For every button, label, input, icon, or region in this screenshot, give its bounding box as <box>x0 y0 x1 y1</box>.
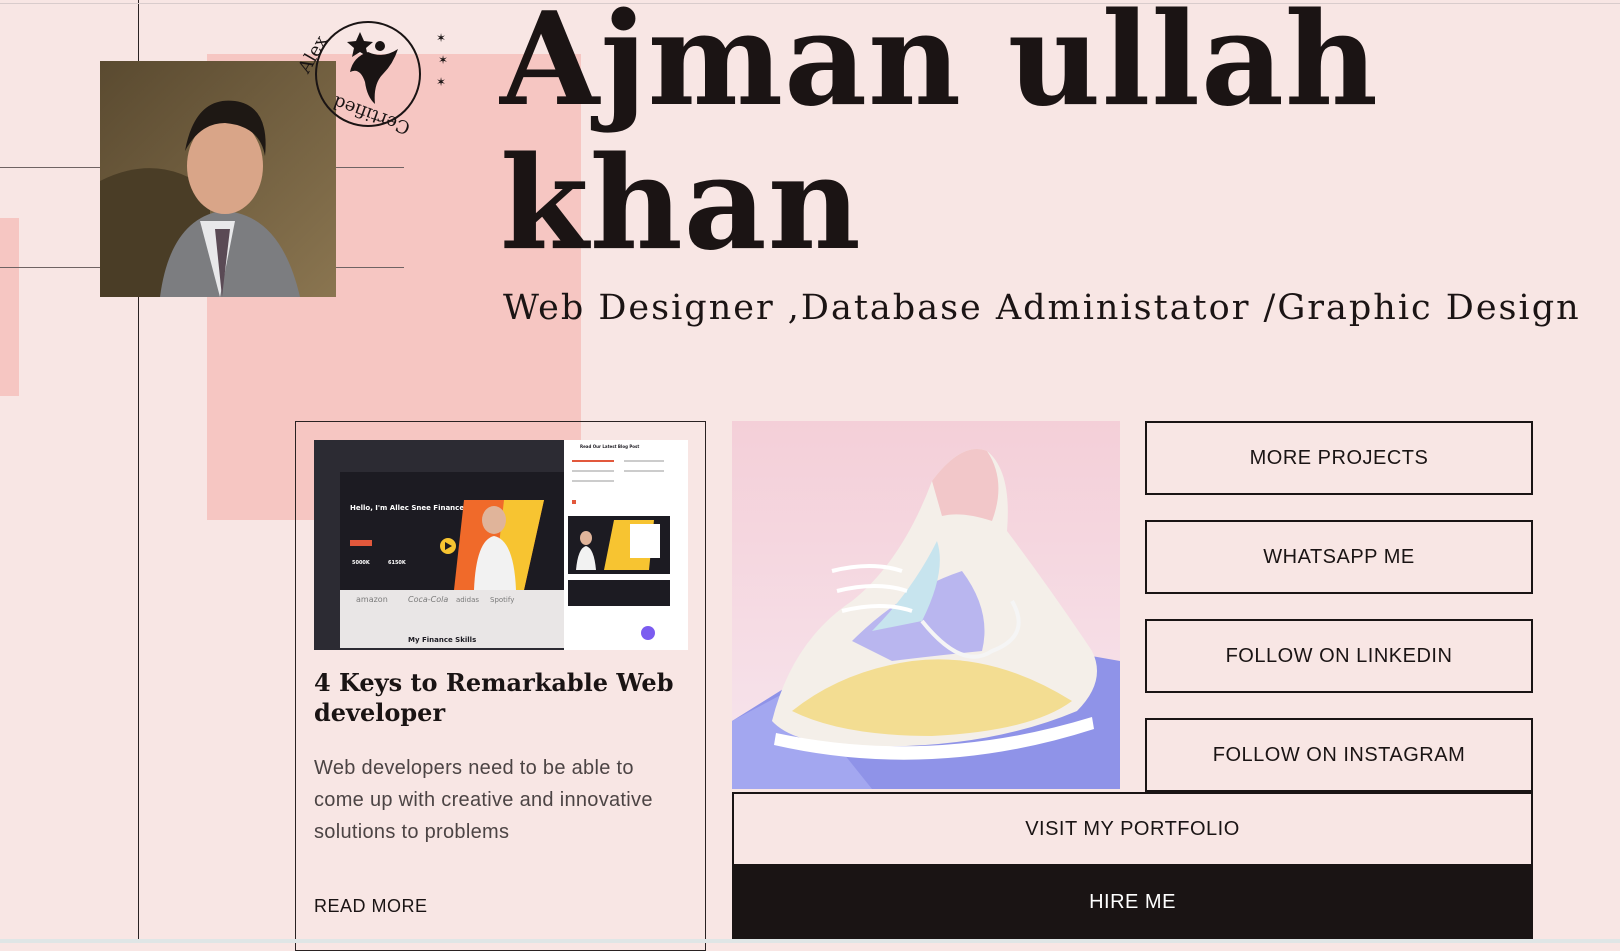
thumb-brand-adidas: adidas <box>456 596 479 604</box>
svg-text:✶: ✶ <box>436 75 446 89</box>
visit-portfolio-button[interactable]: VISIT MY PORTFOLIO <box>732 792 1533 866</box>
linkedin-button[interactable]: FOLLOW ON LINKEDIN <box>1145 619 1533 693</box>
thumb-brand-cocacola: Coca-Cola <box>408 595 448 604</box>
star-figure-icon <box>347 32 398 104</box>
hero-name-line1: Ajman ullah <box>500 0 1379 135</box>
svg-text:✶: ✶ <box>438 53 448 67</box>
svg-text:✶: ✶ <box>436 31 446 45</box>
sneaker-image <box>732 421 1120 789</box>
blog-card-thumbnail[interactable]: Hello, I'm Allec Snee Finance Specialist… <box>314 440 688 650</box>
thumb-side-heading: Read Our Latest Blog Post <box>580 444 639 449</box>
instagram-button[interactable]: FOLLOW ON INSTAGRAM <box>1145 718 1533 792</box>
bottom-scroll-strip <box>0 939 1620 943</box>
read-more-link[interactable]: READ MORE <box>314 896 428 917</box>
thumb-footer-label: My Finance Skills <box>408 636 476 644</box>
thumb-brand-spotify: Spotify <box>490 596 514 604</box>
whatsapp-button[interactable]: WHATSAPP ME <box>1145 520 1533 594</box>
more-projects-button[interactable]: MORE PROJECTS <box>1145 421 1533 495</box>
hero-subtitle: Web Designer ,Database Administator /Gra… <box>503 288 1581 328</box>
blog-card-title: 4 Keys to Remarkable Web developer <box>314 668 674 727</box>
hero-name-line2: khan <box>500 129 862 279</box>
thumb-stat-2: 6150K <box>388 560 407 566</box>
thumb-stat-1: 5000K <box>352 560 371 566</box>
certified-badge: Alex Certified ✶ ✶ ✶ <box>288 2 458 152</box>
svg-text:Alex: Alex <box>294 32 332 78</box>
blog-card: Hello, I'm Allec Snee Finance Specialist… <box>295 421 706 951</box>
thumb-brand-amazon: amazon <box>356 595 388 604</box>
pink-side-strip <box>0 218 19 396</box>
blog-card-excerpt: Web developers need to be able to come u… <box>314 757 653 843</box>
hire-me-button[interactable]: HIRE ME <box>732 866 1533 939</box>
hero-name: Ajman ullah khan <box>500 0 1379 276</box>
